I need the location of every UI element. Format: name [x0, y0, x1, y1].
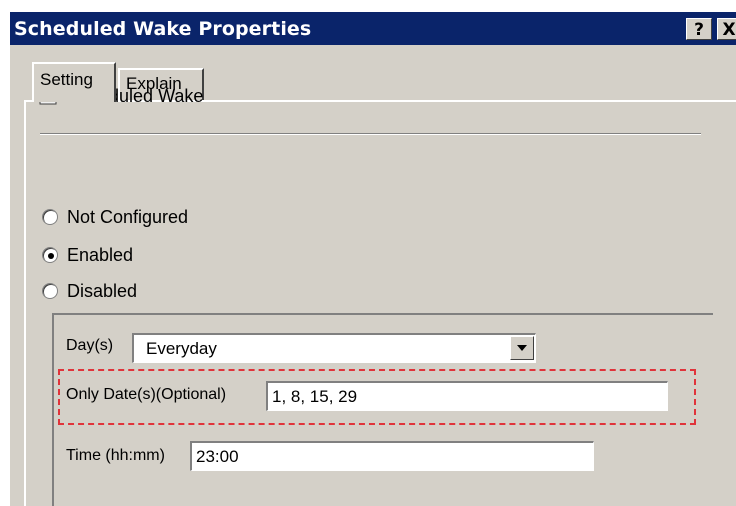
dates-input[interactable]: [266, 381, 668, 411]
radio-button[interactable]: [42, 283, 58, 299]
tab-setting[interactable]: Setting: [32, 62, 116, 102]
close-button[interactable]: X: [717, 18, 736, 40]
time-input[interactable]: [190, 441, 594, 471]
window-title: Scheduled Wake Properties: [14, 18, 312, 40]
title-bar: Scheduled Wake Properties ? X: [10, 12, 736, 45]
radio-button[interactable]: [42, 209, 58, 225]
separator: [40, 133, 701, 135]
radio-label: Not Configured: [67, 207, 189, 227]
time-label: Time (hh:mm): [66, 447, 165, 464]
chevron-down-icon: [517, 345, 527, 351]
days-value: Everyday: [146, 339, 217, 358]
radio-label: Enabled: [67, 245, 134, 265]
days-label: Day(s): [66, 337, 114, 354]
radio-selected-dot: [48, 253, 54, 259]
dates-label: Only Date(s)(Optional): [66, 386, 227, 403]
dropdown-button[interactable]: [510, 336, 534, 360]
radio-button[interactable]: [42, 247, 58, 263]
help-button[interactable]: ?: [686, 18, 712, 40]
radio-label: Disabled: [67, 281, 138, 301]
days-dropdown[interactable]: Everyday: [132, 333, 536, 363]
